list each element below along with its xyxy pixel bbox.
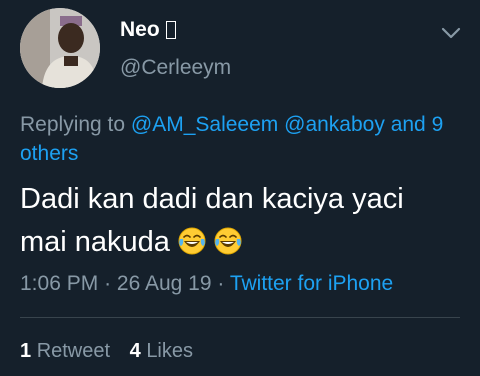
replying-to: Replying to @AM_Saleeem @ankaboy and 9 o…	[20, 110, 465, 168]
reply-mentions-link[interactable]: @AM_Saleeem @ankaboy	[131, 113, 385, 136]
engagement-stats: 1 Retweet 4 Likes	[20, 340, 193, 363]
missing-glyph-icon	[165, 21, 176, 39]
retweets-label: Retweet	[36, 340, 111, 362]
meta-separator: ·	[217, 272, 225, 295]
retweets-count: 1	[20, 340, 32, 362]
user-handle[interactable]: @Cerleeym	[120, 56, 231, 80]
tweet-text: Dadi kan dadi dan kaciya yaci mai nakuda	[20, 178, 465, 264]
display-name[interactable]: Neo	[120, 18, 176, 42]
likes-count: 4	[129, 340, 141, 362]
display-name-text: Neo	[120, 18, 160, 41]
replying-prefix: Replying to	[20, 113, 126, 136]
tweet-text-line-2: mai nakuda	[20, 221, 465, 264]
divider	[20, 317, 460, 318]
tweet-meta: 1:06 PM · 26 Aug 19 · Twitter for iPhone	[20, 272, 393, 296]
face-with-tears-of-joy-icon	[178, 227, 206, 255]
chevron-down-icon[interactable]	[440, 26, 462, 40]
tweet-date[interactable]: 26 Aug 19	[117, 272, 212, 295]
meta-separator: ·	[104, 272, 112, 295]
tweet-text-line-1: Dadi kan dadi dan kaciya yaci	[20, 183, 404, 215]
likes-label: Likes	[146, 340, 194, 362]
tweet-source-link[interactable]: Twitter for iPhone	[230, 272, 393, 295]
likes-stat[interactable]: 4 Likes	[130, 340, 193, 363]
retweets-stat[interactable]: 1 Retweet	[20, 340, 110, 363]
tweet-text-line-2-text: mai nakuda	[20, 226, 170, 258]
avatar[interactable]	[20, 8, 100, 88]
tweet-time[interactable]: 1:06 PM	[20, 272, 98, 295]
face-with-tears-of-joy-icon	[214, 227, 242, 255]
reply-joiner[interactable]: and	[391, 113, 426, 136]
avatar-image	[20, 8, 100, 88]
